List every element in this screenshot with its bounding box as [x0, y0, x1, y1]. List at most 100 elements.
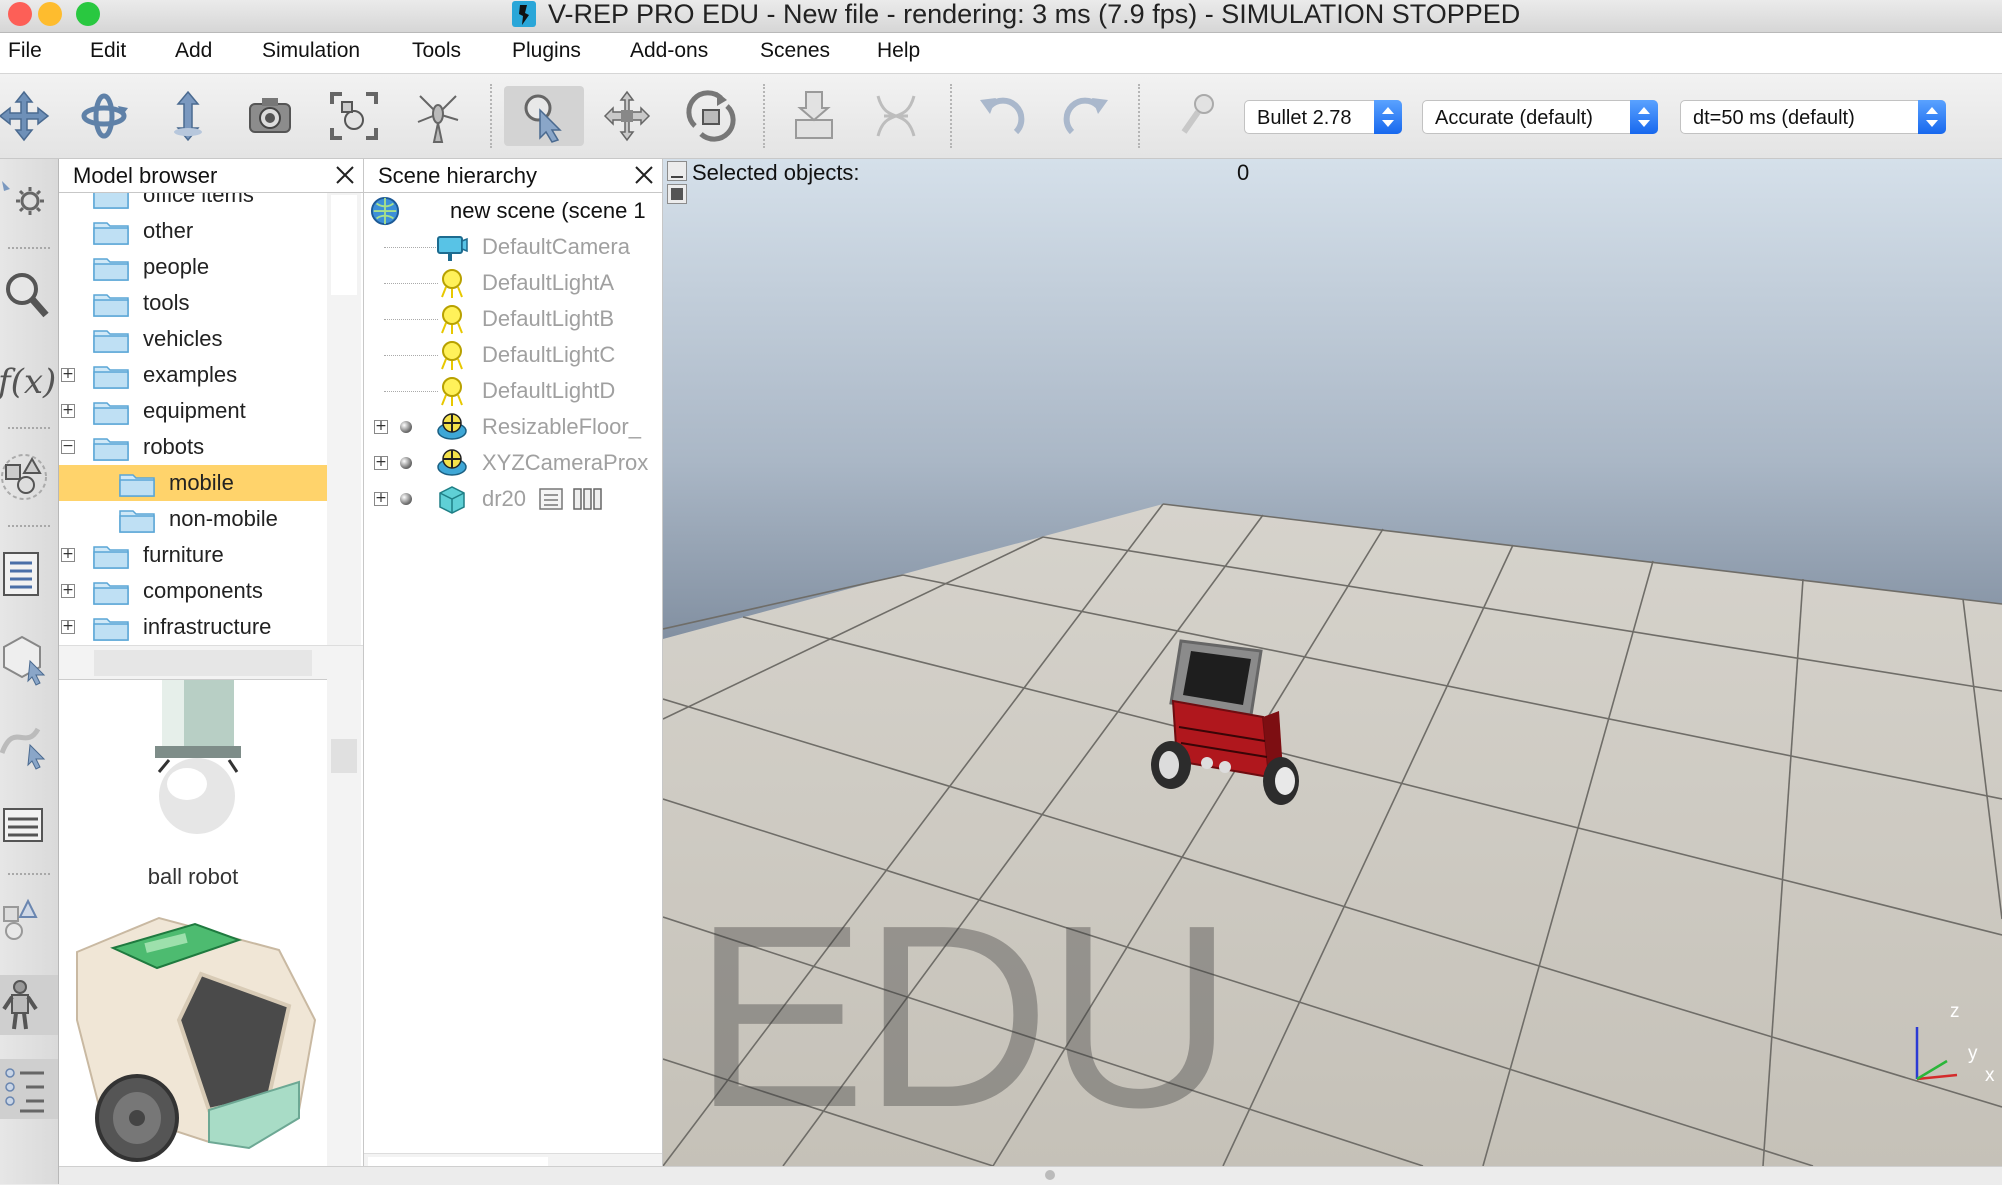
assemble-icon[interactable] — [784, 86, 844, 146]
axis-label-y: y — [1968, 1043, 1978, 1064]
visibility-dot-icon[interactable] — [400, 493, 412, 505]
menu-add-ons[interactable]: Add-ons — [630, 33, 708, 73]
zoom-window-button[interactable] — [76, 2, 100, 26]
model-folder-examples[interactable]: + examples — [59, 357, 327, 393]
info-stop-button[interactable] — [667, 184, 687, 204]
close-window-button[interactable] — [8, 2, 32, 26]
object-rotate-icon[interactable] — [681, 86, 741, 146]
shapes-icon[interactable] — [0, 445, 58, 505]
scene-object-item[interactable]: DefaultLightD — [364, 373, 662, 409]
object-shift-icon[interactable] — [597, 86, 657, 146]
model-folder-vehicles[interactable]: vehicles — [59, 321, 327, 357]
timestep-value: dt=50 ms (default) — [1693, 107, 1855, 129]
menu-simulation[interactable]: Simulation — [262, 33, 360, 73]
scripts-icon[interactable]: f(x) — [0, 349, 58, 409]
collapse-icon[interactable]: − — [61, 439, 75, 454]
camera-shift-icon[interactable] — [158, 86, 218, 146]
script-icon[interactable] — [538, 485, 566, 513]
path-icon[interactable] — [0, 711, 58, 771]
scene-object-item[interactable]: + dr20 — [364, 481, 662, 517]
light-icon — [441, 377, 463, 406]
expand-icon[interactable]: + — [374, 491, 388, 506]
dummy-icon — [437, 449, 467, 476]
model-folder-equipment[interactable]: + equipment — [59, 393, 327, 429]
model-thumbnail-ball-robot[interactable]: ball robot — [59, 680, 327, 910]
click-select-icon[interactable] — [504, 86, 584, 146]
expand-icon[interactable]: + — [374, 455, 388, 470]
model-folder-other[interactable]: other — [59, 213, 327, 249]
timestep-select[interactable]: dt=50 ms (default) — [1680, 100, 1946, 134]
expand-icon[interactable]: + — [61, 403, 75, 418]
tree-horizontal-scrollbar-thumb[interactable] — [94, 650, 312, 676]
scene-object-item[interactable]: DefaultLightC — [364, 337, 662, 373]
window-title: V-REP PRO EDU - New file - rendering: 3 … — [548, 0, 1521, 29]
scene-object-item[interactable]: DefaultLightB — [364, 301, 662, 337]
model-folder-robots[interactable]: − robots — [59, 429, 327, 465]
scene-objects-icon[interactable] — [0, 543, 58, 603]
menu-plugins[interactable]: Plugins — [512, 33, 581, 73]
model-folder-non-mobile[interactable]: non-mobile — [59, 501, 327, 537]
model-browser-icon[interactable] — [0, 975, 58, 1035]
tree-horizontal-scrollbar[interactable] — [59, 645, 363, 680]
scene-object-item[interactable]: + ResizableFloor_ — [364, 409, 662, 445]
model-thumbnail-e-puck[interactable] — [59, 910, 327, 1185]
scene-hierarchy-icon[interactable] — [0, 1059, 58, 1119]
model-folder-office-items[interactable]: office items — [59, 193, 327, 213]
tree-scrollbar[interactable] — [327, 193, 361, 645]
expand-icon[interactable]: + — [61, 619, 75, 634]
model-folder-components[interactable]: + components — [59, 573, 327, 609]
close-icon[interactable] — [632, 163, 656, 187]
visibility-dot-icon[interactable] — [400, 457, 412, 469]
model-folder-infrastructure[interactable]: + infrastructure — [59, 609, 327, 645]
bottom-splitter[interactable] — [59, 1166, 2002, 1185]
accuracy-select[interactable]: Accurate (default) — [1422, 100, 1658, 134]
scene-object-item[interactable]: + XYZCameraProx — [364, 445, 662, 481]
fit-to-view-icon[interactable] — [324, 86, 384, 146]
menu-edit[interactable]: Edit — [90, 33, 126, 73]
scene-object-label: DefaultLightD — [482, 378, 616, 403]
selected-objects-count: 0 — [1237, 160, 1250, 185]
camera-pan-icon[interactable] — [0, 86, 54, 146]
thumbnail-scrollbar-thumb[interactable] — [331, 739, 357, 773]
minimize-window-button[interactable] — [38, 2, 62, 26]
close-icon[interactable] — [333, 163, 357, 187]
visibility-dot-icon[interactable] — [400, 421, 412, 433]
transfer-dna-icon[interactable] — [866, 86, 926, 146]
menu-tools[interactable]: Tools — [412, 33, 461, 73]
selection-icon[interactable] — [0, 265, 58, 325]
scene-object-item[interactable]: DefaultLightA — [364, 265, 662, 301]
camera-rotate-icon[interactable] — [74, 86, 134, 146]
tree-branch-line — [384, 283, 438, 284]
simulation-settings-icon[interactable] — [1170, 86, 1230, 146]
expand-icon[interactable]: + — [61, 547, 75, 562]
info-toggle-button[interactable] — [667, 161, 687, 181]
model-folder-furniture[interactable]: + furniture — [59, 537, 327, 573]
physics-engine-select[interactable]: Bullet 2.78 — [1244, 100, 1402, 134]
menu-file[interactable]: File — [8, 33, 42, 73]
scene-viewport[interactable]: EDU z y x Selected objects: 0 — [663, 159, 2002, 1166]
tree-scrollbar-thumb[interactable] — [331, 195, 357, 295]
calculation-module-icon[interactable] — [0, 171, 58, 231]
menu-scenes[interactable]: Scenes — [760, 33, 830, 73]
customization-script-icon[interactable] — [572, 485, 604, 513]
model-folder-mobile[interactable]: mobile — [59, 465, 327, 501]
model-icon[interactable] — [0, 627, 58, 687]
redo-icon[interactable] — [1056, 86, 1116, 146]
model-folder-label: non-mobile — [169, 506, 278, 531]
menu-help[interactable]: Help — [877, 33, 920, 73]
undo-icon[interactable] — [972, 86, 1032, 146]
manipulation-icon[interactable] — [408, 86, 468, 146]
primitives-icon[interactable] — [0, 891, 58, 951]
model-folder-tools[interactable]: tools — [59, 285, 327, 321]
expand-icon[interactable]: + — [374, 419, 388, 434]
expand-icon[interactable]: + — [61, 367, 75, 382]
expand-icon[interactable]: + — [61, 583, 75, 598]
camera-angle-icon[interactable] — [240, 86, 300, 146]
thumbnail-scrollbar[interactable] — [327, 679, 361, 1184]
model-thumbnails: ball robot — [59, 679, 327, 1185]
scene-object-item[interactable]: DefaultCamera — [364, 229, 662, 265]
layers-icon[interactable] — [0, 795, 58, 855]
menu-add[interactable]: Add — [175, 33, 212, 73]
scene-root-item[interactable]: new scene (scene 1 — [450, 193, 646, 229]
model-folder-people[interactable]: people — [59, 249, 327, 285]
